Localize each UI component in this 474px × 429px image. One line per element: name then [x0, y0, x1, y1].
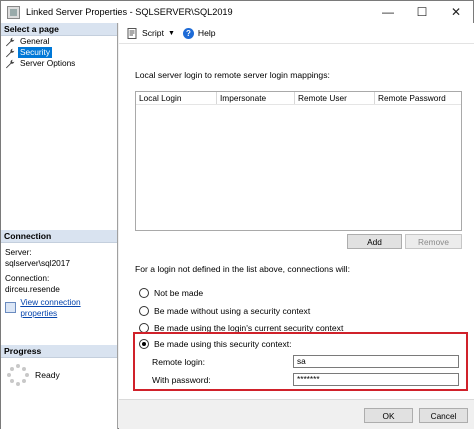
option-label: Be made without using a security context	[154, 306, 311, 316]
connection-label: Connection:	[5, 273, 50, 283]
password-label: With password:	[152, 375, 211, 385]
help-label: Help	[197, 28, 216, 38]
add-button[interactable]: Add	[347, 234, 402, 249]
window-title: Linked Server Properties - SQLSERVER\SQL…	[26, 7, 233, 17]
chevron-down-icon[interactable]: ▼	[168, 30, 175, 37]
remote-login-input[interactable]: sa	[293, 355, 459, 368]
connection-header: Connection	[1, 230, 117, 243]
column-remote-password[interactable]: Remote Password	[375, 92, 461, 104]
script-label: Script	[142, 28, 164, 38]
option-without-security-context[interactable]: Be made without using a security context	[139, 306, 310, 316]
option-label: Be made using this security context:	[154, 339, 292, 349]
mappings-label: Local server login to remote server logi…	[135, 70, 330, 80]
wrench-icon	[5, 59, 15, 69]
page-item-label: General	[20, 36, 50, 46]
select-page-header: Select a page	[1, 23, 117, 36]
server-value: sqlserver\sql2017	[5, 257, 71, 268]
page-item-general[interactable]: General	[1, 36, 117, 47]
window-controls: — ☐ ✕	[371, 1, 473, 23]
column-local-login[interactable]: Local Login	[136, 92, 217, 104]
wrench-icon	[5, 37, 15, 47]
page-item-label: Security	[18, 47, 52, 58]
help-button[interactable]: ? Help	[182, 27, 216, 39]
password-input[interactable]: *******	[293, 373, 459, 386]
remove-button[interactable]: Remove	[405, 234, 462, 249]
radio-button[interactable]	[139, 306, 149, 316]
progress-section: Progress Ready	[1, 345, 117, 392]
login-mappings-grid[interactable]: Local Login Impersonate Remote User Remo…	[135, 91, 462, 231]
page-item-server-options[interactable]: Server Options	[1, 58, 117, 69]
column-impersonate[interactable]: Impersonate	[217, 92, 295, 104]
script-icon	[127, 27, 137, 39]
left-pane: Select a page General Security Server Op…	[1, 23, 118, 429]
view-connection-properties-link[interactable]: View connection properties	[20, 297, 113, 318]
ok-button[interactable]: OK	[364, 408, 413, 423]
view-connection-properties[interactable]: View connection properties	[5, 297, 113, 318]
dialog-footer: OK Cancel	[119, 399, 474, 429]
server-label: Server:	[5, 247, 32, 257]
app-icon	[7, 5, 20, 19]
option-this-security-context[interactable]: Be made using this security context:	[139, 339, 292, 349]
toolbar: Script ▼ ? Help	[119, 23, 474, 44]
help-icon: ?	[182, 27, 194, 39]
undefined-login-label: For a login not defined in the list abov…	[135, 264, 350, 274]
page-item-label: Server Options	[20, 58, 76, 68]
close-button[interactable]: ✕	[439, 1, 473, 23]
connection-value: dirceu.resende	[5, 283, 60, 294]
grid-header: Local Login Impersonate Remote User Remo…	[136, 92, 461, 105]
minimize-button[interactable]: —	[371, 1, 405, 23]
page-item-security[interactable]: Security	[1, 47, 117, 58]
title-bar[interactable]: Linked Server Properties - SQLSERVER\SQL…	[1, 1, 473, 23]
remote-login-label: Remote login:	[152, 357, 206, 367]
wrench-icon	[5, 48, 15, 58]
maximize-button[interactable]: ☐	[405, 1, 439, 23]
progress-header: Progress	[1, 345, 117, 358]
option-not-be-made[interactable]: Not be made	[139, 288, 203, 298]
progress-status: Ready	[35, 370, 60, 380]
option-label: Not be made	[154, 288, 204, 298]
column-remote-user[interactable]: Remote User	[295, 92, 375, 104]
properties-icon	[5, 302, 17, 313]
spinner-icon	[7, 364, 29, 386]
cancel-button[interactable]: Cancel	[419, 408, 468, 423]
radio-button-selected[interactable]	[139, 339, 149, 349]
connection-section: Connection Server: sqlserver\sql2017 Con…	[1, 230, 117, 322]
script-button[interactable]: Script ▼	[127, 27, 175, 39]
radio-button[interactable]	[139, 288, 149, 298]
security-page: Script ▼ ? Help Local server login to re…	[119, 23, 474, 399]
linked-server-properties-window: Linked Server Properties - SQLSERVER\SQL…	[0, 0, 474, 429]
